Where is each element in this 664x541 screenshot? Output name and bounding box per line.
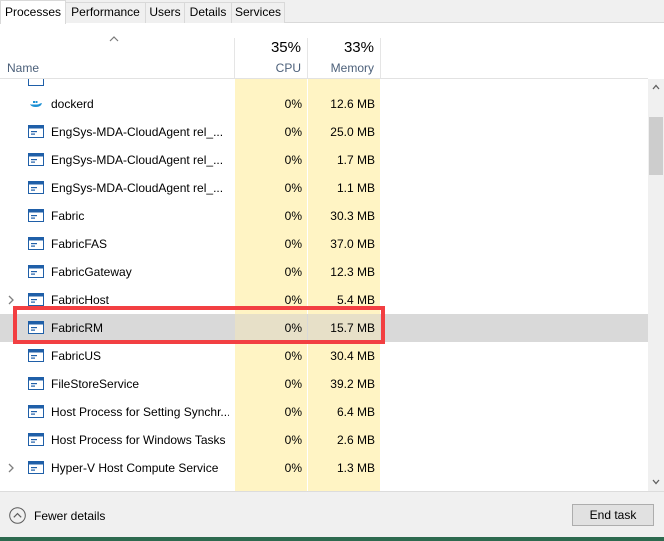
process-name: Hyper-V Host Compute Service xyxy=(51,461,219,475)
process-cpu: 0% xyxy=(284,293,302,307)
process-name: FabricHost xyxy=(51,293,110,307)
table-row[interactable]: FileStoreService 0% 39.2 MB xyxy=(0,370,648,398)
window-icon xyxy=(28,377,44,390)
table-row[interactable]: Host Process for Setting Synchr... 0% 6.4 … xyxy=(0,398,648,426)
column-memory-header[interactable]: Memory xyxy=(309,61,374,75)
process-memory: 39.2 MB xyxy=(330,377,375,391)
scroll-down-icon[interactable] xyxy=(652,479,660,485)
process-name: FabricRM xyxy=(51,321,104,335)
process-memory: 6.4 MB xyxy=(336,405,375,419)
process-memory: 1.3 MB xyxy=(336,461,375,475)
tab-processes[interactable]: Processes xyxy=(0,0,66,24)
window-icon xyxy=(28,79,44,86)
table-row[interactable]: FabricGateway 0% 12.3 MB xyxy=(0,258,648,286)
window-icon xyxy=(28,265,44,278)
process-memory: 25.0 MB xyxy=(330,125,375,139)
process-cpu: 0% xyxy=(284,237,302,251)
cpu-total-percent[interactable]: 35% xyxy=(236,39,301,56)
process-name: FabricGateway xyxy=(51,265,132,279)
vertical-scrollbar[interactable] xyxy=(648,79,664,491)
window-icon xyxy=(28,209,44,222)
process-name: Fabric xyxy=(51,209,85,223)
tab-services[interactable]: Services xyxy=(231,2,285,23)
table-row[interactable]: FabricFAS 0% 37.0 MB xyxy=(0,230,648,258)
process-cpu: 0% xyxy=(284,153,302,167)
process-cpu: 0% xyxy=(284,97,302,111)
process-cpu: 0% xyxy=(284,181,302,195)
process-cpu: 0% xyxy=(284,125,302,139)
process-name: FileStoreService xyxy=(51,377,140,391)
chevron-right-icon[interactable] xyxy=(7,294,15,306)
process-cpu: 0% xyxy=(284,405,302,419)
chevron-right-icon[interactable] xyxy=(7,462,15,474)
process-name: Host Process for Setting Synchr... xyxy=(51,405,229,419)
memory-total-percent[interactable]: 33% xyxy=(309,39,374,56)
table-row[interactable]: FabricUS 0% 30.4 MB xyxy=(0,342,648,370)
fewer-details-link[interactable]: Fewer details xyxy=(34,509,105,523)
window-icon xyxy=(28,293,44,306)
process-memory: 15.7 MB xyxy=(330,321,375,335)
process-memory: 30.3 MB xyxy=(330,209,375,223)
table-row[interactable]: Hyper-V Host Compute Service 0% 1.3 MB xyxy=(0,454,648,482)
process-cpu: 0% xyxy=(284,349,302,363)
table-row[interactable]: dockerd 0% 12.6 MB xyxy=(0,90,648,118)
table-row-selected[interactable]: FabricRM 0% 15.7 MB xyxy=(0,314,648,342)
window-icon xyxy=(28,237,44,250)
window-icon xyxy=(28,125,44,138)
window-bottom-edge xyxy=(0,537,664,541)
process-table: dockerd 0% 12.6 MB EngSys-MDA-CloudAgent re… xyxy=(0,79,648,491)
window-icon xyxy=(28,321,44,334)
process-name: dockerd xyxy=(51,97,94,111)
process-memory: 2.6 MB xyxy=(336,433,375,447)
window-icon xyxy=(28,405,44,418)
sort-ascending-icon xyxy=(109,36,119,42)
window-icon xyxy=(28,181,44,194)
column-name-header[interactable]: Name xyxy=(7,61,39,75)
process-memory: 1.1 MB xyxy=(336,181,375,195)
scroll-up-icon[interactable] xyxy=(652,84,660,90)
process-name: FabricFAS xyxy=(51,237,108,251)
process-memory: 37.0 MB xyxy=(330,237,375,251)
process-cpu: 0% xyxy=(284,209,302,223)
process-name: FabricUS xyxy=(51,349,102,363)
column-divider[interactable] xyxy=(380,38,381,79)
table-row[interactable]: Fabric 0% 30.3 MB xyxy=(0,202,648,230)
table-row[interactable]: Host Process for Windows Tasks 0% 2.6 MB xyxy=(0,426,648,454)
process-memory: 30.4 MB xyxy=(330,349,375,363)
window-icon xyxy=(28,349,44,362)
process-name: Host Process for Windows Tasks xyxy=(51,433,226,447)
process-memory: 5.4 MB xyxy=(336,293,375,307)
scrollbar-thumb[interactable] xyxy=(649,117,663,175)
table-row[interactable]: EngSys-MDA-CloudAgent rel_... 0% 25.0 MB xyxy=(0,118,648,146)
window-icon xyxy=(28,461,44,474)
process-memory: 1.7 MB xyxy=(336,153,375,167)
table-row[interactable]: EngSys-MDA-CloudAgent rel_... 0% 1.7 MB xyxy=(0,146,648,174)
window-icon xyxy=(28,433,44,446)
tab-bar: Processes Performance Users Details Serv… xyxy=(0,0,664,24)
window-icon xyxy=(28,153,44,166)
process-cpu: 0% xyxy=(284,433,302,447)
process-name: EngSys-MDA-CloudAgent rel_... xyxy=(51,181,224,195)
process-cpu: 0% xyxy=(284,377,302,391)
column-cpu-header[interactable]: CPU xyxy=(236,61,301,75)
process-name: EngSys-MDA-CloudAgent rel_... xyxy=(51,153,224,167)
table-row[interactable]: FabricHost 0% 5.4 MB xyxy=(0,286,648,314)
end-task-button[interactable]: End task xyxy=(572,504,654,526)
process-memory: 12.3 MB xyxy=(330,265,375,279)
process-cpu: 0% xyxy=(284,265,302,279)
process-name: EngSys-MDA-CloudAgent rel_... xyxy=(51,125,224,139)
column-divider[interactable] xyxy=(234,38,235,79)
process-cpu: 0% xyxy=(284,321,302,335)
chevron-up-circle-icon[interactable] xyxy=(9,507,26,524)
whale-icon xyxy=(30,101,42,107)
tab-details[interactable]: Details xyxy=(184,2,232,23)
footer-bar: Fewer details End task xyxy=(0,491,664,541)
tab-performance[interactable]: Performance xyxy=(65,2,146,23)
tab-users[interactable]: Users xyxy=(145,2,185,23)
table-row[interactable]: EngSys-MDA-CloudAgent rel_... 0% 1.1 MB xyxy=(0,174,648,202)
column-header: Name 35% CPU 33% Memory xyxy=(0,24,664,79)
process-cpu: 0% xyxy=(284,461,302,475)
column-divider[interactable] xyxy=(307,38,308,79)
process-memory: 12.6 MB xyxy=(330,97,375,111)
